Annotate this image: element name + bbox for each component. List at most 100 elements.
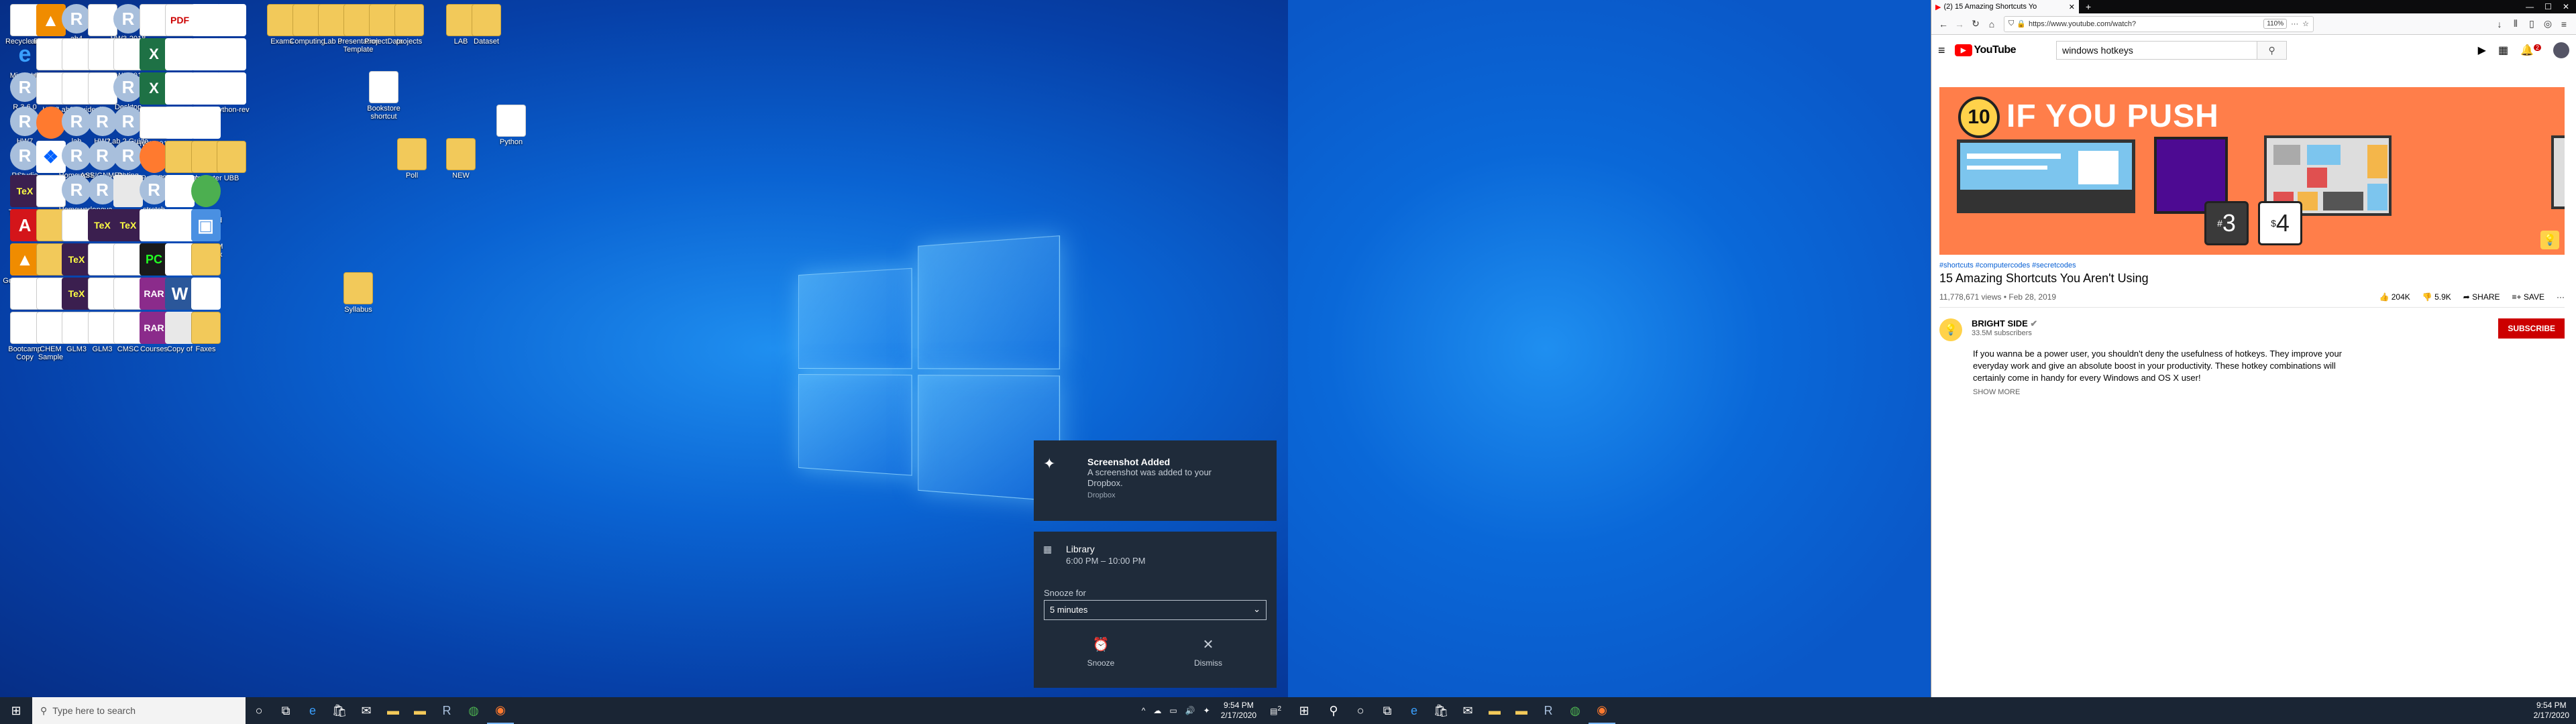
taskbar-clock-right[interactable]: 9:54 PM 2/17/2020 — [2527, 701, 2576, 721]
save-label: SAVE — [2523, 292, 2544, 302]
downloads-icon[interactable]: ↓ — [2491, 19, 2508, 29]
divider — [1939, 307, 2565, 308]
mail-taskbar-icon[interactable]: ✉ — [1454, 697, 1481, 724]
blank-file-icon — [191, 278, 221, 310]
back-arrow-icon[interactable]: ← — [1935, 19, 1951, 29]
share-button[interactable]: ➦ SHARE — [2463, 292, 2500, 302]
store-taskbar-icon[interactable]: 🛍 — [1428, 697, 1454, 724]
start-button[interactable]: ⊞ — [0, 697, 32, 724]
taskbar-search-box[interactable]: ⚲ Type here to search — [32, 697, 246, 724]
chrome-taskbar-icon[interactable]: ◍ — [460, 697, 487, 724]
youtube-logo-text: YouTube — [1974, 44, 2017, 56]
channel-name[interactable]: BRIGHT SIDE ✔ — [1972, 318, 2037, 329]
action-center-count: 2 — [1277, 705, 1281, 713]
explorer-taskbar-icon[interactable]: ▬ — [380, 697, 407, 724]
chrome-taskbar-icon[interactable]: ◍ — [1562, 697, 1589, 724]
apps-grid-icon[interactable]: ▦ — [2498, 44, 2508, 57]
r-taskbar-icon[interactable]: R — [433, 697, 460, 724]
folder-file-icon — [191, 312, 221, 344]
reload-icon[interactable]: ↻ — [1968, 18, 1984, 29]
edge-taskbar-icon[interactable]: e — [1401, 697, 1428, 724]
network-icon[interactable]: ▭ — [1169, 706, 1177, 715]
folder-file-icon — [472, 4, 501, 36]
account-icon[interactable]: ◎ — [2540, 18, 2556, 29]
start-button-right[interactable]: ⊞ — [1288, 697, 1320, 724]
dropbox-tray-icon[interactable]: ✦ — [1203, 706, 1210, 715]
desktop-icon[interactable]: Dataset — [463, 3, 510, 63]
key-3-label: 3 — [2222, 209, 2236, 237]
reminder-title: Library — [1066, 544, 1095, 554]
youtube-logo[interactable]: ▶ YouTube — [1954, 44, 2017, 56]
desktop-icon[interactable]: NEW — [437, 137, 484, 197]
dropbox-notification[interactable]: ✦ Screenshot Added A screenshot was adde… — [1034, 440, 1277, 521]
youtube-favicon-icon: ▶ — [1935, 3, 1941, 11]
save-button[interactable]: ≡+ SAVE — [2512, 292, 2544, 302]
firefox-taskbar-icon[interactable]: ◉ — [487, 697, 514, 724]
youtube-search-input[interactable]: windows hotkeys — [2056, 41, 2258, 60]
chevron-up-icon[interactable]: ^ — [1142, 706, 1146, 715]
tab-title: (2) 15 Amazing Shortcuts Yo — [1943, 3, 2037, 11]
key-4-label: 4 — [2275, 209, 2290, 237]
edge-taskbar-icon[interactable]: e — [299, 697, 326, 724]
maximize-icon[interactable]: ☐ — [2544, 2, 2552, 11]
snooze-button[interactable]: ⏰ Snooze — [1061, 636, 1141, 668]
youtube-header: ≡ ▶ YouTube windows hotkeys ⚲ ▶ ▦ 🔔 2 — [1931, 35, 2576, 66]
desktop-icon[interactable]: Poll — [388, 137, 435, 197]
tab-close-icon[interactable]: ✕ — [2069, 3, 2075, 11]
zoom-level[interactable]: 110% — [2263, 19, 2288, 29]
user-avatar[interactable] — [2553, 42, 2569, 58]
subscriber-count: 33.5M subscribers — [1972, 329, 2032, 337]
library-icon[interactable]: ⫴ — [2508, 18, 2524, 29]
calendar-reminder-notification[interactable]: ▦ Library 6:00 PM – 10:00 PM Snooze for … — [1034, 532, 1277, 688]
store-taskbar-icon[interactable]: 🛍 — [326, 697, 353, 724]
channel-row: 💡 BRIGHT SIDE ✔ 33.5M subscribers SUBSCR… — [1939, 318, 2565, 341]
task-view-icon[interactable]: ⧉ — [272, 697, 299, 724]
like-button[interactable]: 👍 204K — [2379, 292, 2410, 302]
video-player[interactable]: 10 IF YOU PUSH # 3 $ 4 💡 — [1939, 87, 2565, 255]
mail-taskbar-icon[interactable]: ✉ — [353, 697, 380, 724]
share-icon: ➦ — [2463, 292, 2470, 302]
snooze-duration-select[interactable]: 5 minutes ⌄ — [1044, 600, 1267, 620]
url-bar[interactable]: ⛉ 🔒 https://www.youtube.com/watch? 110% … — [2004, 15, 2314, 32]
notifications-bell-icon[interactable]: 🔔 2 — [2520, 44, 2541, 57]
action-center-icon[interactable]: ▤2 — [1270, 705, 1281, 716]
subscribe-button[interactable]: SUBSCRIBE — [2498, 318, 2565, 339]
cortana-icon[interactable]: ○ — [1347, 697, 1374, 724]
menu-icon[interactable]: ≡ — [2556, 19, 2572, 29]
taskbar-clock[interactable]: 9:54 PM 2/17/2020 — [1214, 701, 1263, 721]
browser-tab-active[interactable]: ▶ (2) 15 Amazing Shortcuts Yo ✕ — [1931, 0, 2079, 13]
minimize-icon[interactable]: — — [2526, 2, 2534, 11]
page-actions-icon[interactable]: ··· — [2291, 20, 2298, 28]
snooze-duration-value: 5 minutes — [1050, 605, 1088, 615]
folder-taskbar-icon[interactable]: ▬ — [407, 697, 433, 724]
window-close-icon[interactable]: ✕ — [2563, 2, 2569, 11]
dismiss-button[interactable]: ✕ Dismiss — [1168, 636, 1248, 668]
channel-avatar[interactable]: 💡 — [1939, 318, 1962, 341]
desktop-icon[interactable]: projects — [386, 3, 433, 63]
dislike-button[interactable]: 👎 5.9K — [2422, 292, 2451, 302]
desktop-icon[interactable]: Faxes — [182, 310, 229, 371]
show-more-button[interactable]: SHOW MORE — [1973, 388, 2565, 396]
search-icon[interactable]: ⚲ — [1320, 697, 1347, 724]
video-hashtags[interactable]: #shortcuts #computercodes #secretcodes — [1939, 261, 2565, 269]
cloud-icon[interactable]: ☁ — [1153, 706, 1161, 715]
desktop-icon[interactable]: Bookstore shortcut — [360, 70, 407, 130]
folder-taskbar-icon[interactable]: ▬ — [1508, 697, 1535, 724]
new-tab-button[interactable]: + — [2086, 1, 2091, 12]
cortana-icon[interactable]: ○ — [246, 697, 272, 724]
desktop-icon[interactable]: Python — [488, 103, 535, 164]
hamburger-menu-icon[interactable]: ≡ — [1938, 44, 1945, 58]
create-video-icon[interactable]: ▶ — [2478, 44, 2486, 57]
explorer-taskbar-icon[interactable]: ▬ — [1481, 697, 1508, 724]
home-icon[interactable]: ⌂ — [1984, 19, 2000, 29]
firefox-taskbar-icon[interactable]: ◉ — [1589, 697, 1615, 724]
task-view-icon[interactable]: ⧉ — [1374, 697, 1401, 724]
bookmark-star-icon[interactable]: ☆ — [2302, 19, 2309, 28]
forward-arrow-icon[interactable]: → — [1951, 19, 1968, 29]
sidebar-icon[interactable]: ▯ — [2524, 18, 2540, 29]
youtube-search-button[interactable]: ⚲ — [2257, 41, 2288, 60]
r-taskbar-icon[interactable]: R — [1535, 697, 1562, 724]
more-actions-icon[interactable]: ··· — [2557, 292, 2565, 302]
desktop-icon[interactable]: Syllabus — [335, 271, 382, 331]
volume-icon[interactable]: 🔊 — [1185, 706, 1195, 715]
